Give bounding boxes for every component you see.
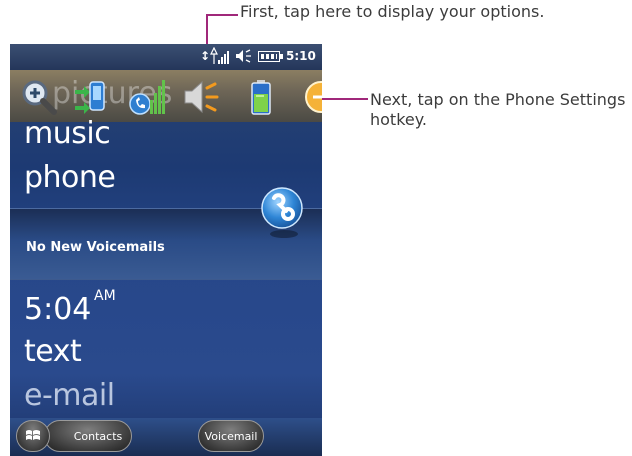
voicemail-button[interactable]: Voicemail (198, 420, 264, 452)
battery-hotkey-icon[interactable] (242, 78, 280, 116)
search-hotkey-icon[interactable] (20, 78, 58, 116)
menu-item-email[interactable]: e-mail (24, 378, 115, 413)
softkey-bar: Contacts Voicemail (10, 418, 322, 456)
menu-item-text[interactable]: text (24, 334, 82, 369)
volume-icon (236, 49, 251, 63)
voicemail-button-label: Voicemail (204, 429, 258, 443)
phone-screen: ↕ 5:10 pictures music phone No New Voice… (10, 44, 322, 456)
battery-icon (258, 51, 283, 62)
clock-time: 5:04 (24, 292, 92, 327)
link-pin-icon (261, 187, 303, 238)
sync-hotkey-icon[interactable] (72, 78, 110, 116)
more-hotkey-icon[interactable] (302, 78, 322, 116)
callout-first-line-h (206, 14, 238, 16)
callout-first-line-v (206, 14, 208, 46)
hotkey-bar: pictures (10, 70, 322, 122)
start-button[interactable] (16, 420, 50, 452)
callout-first-text: First, tap here to display your options. (240, 2, 545, 21)
clock-ampm: AM (94, 288, 116, 304)
status-time: 5:10 (286, 49, 316, 63)
menu-item-phone[interactable]: phone (24, 160, 116, 195)
status-bar[interactable]: ↕ 5:10 (10, 44, 322, 70)
contacts-button[interactable]: Contacts (44, 420, 132, 452)
callout-next-text: Next, tap on the Phone Settings hotkey. (370, 90, 626, 129)
signal-icon (210, 47, 229, 64)
contacts-button-label: Contacts (73, 429, 123, 443)
menu-item-music[interactable]: music (24, 116, 111, 151)
voicemail-status: No New Voicemails (26, 240, 165, 255)
volume-hotkey-icon[interactable] (182, 78, 220, 116)
sync-icon: ↕ (200, 49, 211, 63)
phone-settings-hotkey-icon[interactable] (128, 78, 166, 116)
windows-flag-icon (26, 430, 40, 440)
